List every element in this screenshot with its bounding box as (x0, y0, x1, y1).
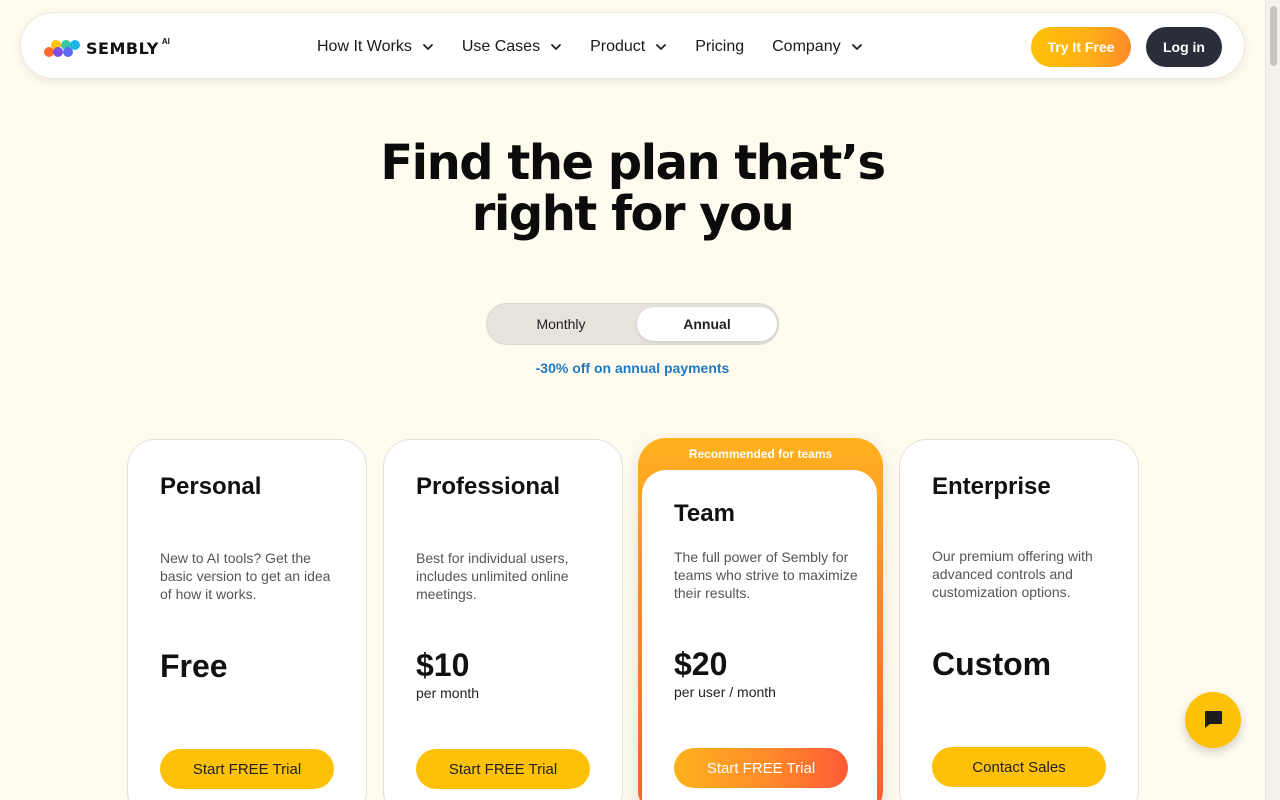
contact-sales-button[interactable]: Contact Sales (932, 747, 1106, 787)
billing-monthly-option[interactable]: Monthly (491, 307, 631, 341)
plan-period: per month (416, 685, 480, 701)
scrollbar-thumb[interactable] (1270, 6, 1277, 66)
start-free-trial-button[interactable]: Start FREE Trial (674, 748, 848, 788)
sembly-logo[interactable]: SEMBLY AI (44, 37, 170, 59)
chevron-down-icon (851, 41, 863, 53)
billing-annual-option[interactable]: Annual (637, 307, 777, 341)
nav-label: Product (590, 37, 646, 55)
page-scrollbar[interactable] (1265, 0, 1280, 800)
logo-ai-mark: AI (161, 36, 170, 46)
nav-how-it-works[interactable]: How It Works (317, 38, 434, 56)
top-nav: SEMBLY AI How It Works Use Cases Product… (20, 12, 1245, 79)
plan-name: Enterprise (932, 473, 1051, 500)
nav-use-cases[interactable]: Use Cases (462, 38, 562, 56)
chat-bubble-icon (1202, 708, 1224, 733)
plan-card-professional: Professional Best for individual users, … (383, 439, 623, 800)
start-free-trial-button[interactable]: Start FREE Trial (160, 749, 334, 789)
plan-price: Custom (932, 646, 1052, 682)
nav-label: Use Cases (461, 37, 541, 55)
nav-label: Company (772, 37, 841, 55)
plan-description: Our premium offering with advanced contr… (932, 548, 1093, 600)
title-line-2: right for you (471, 186, 795, 242)
plan-price: $20 (674, 646, 728, 682)
recommended-badge: Recommended for teams (688, 447, 833, 461)
annual-discount-note: -30% off on annual payments (535, 360, 730, 376)
chat-widget-button[interactable] (1185, 692, 1241, 748)
chevron-down-icon (655, 41, 667, 53)
plan-card-enterprise: Enterprise Our premium offering with adv… (899, 439, 1139, 800)
plan-price: Free (160, 648, 228, 684)
nav-label: How It Works (317, 37, 412, 55)
nav-label: Pricing (695, 37, 745, 55)
nav-product[interactable]: Product (590, 38, 667, 56)
start-free-trial-button[interactable]: Start FREE Trial (416, 749, 590, 789)
chevron-down-icon (422, 41, 434, 53)
plan-name: Personal (160, 473, 262, 500)
plan-period: per user / month (674, 684, 776, 700)
logo-mark-icon (44, 37, 81, 59)
plan-description: New to AI tools? Get the basic version t… (160, 550, 331, 602)
logo-wordmark: SEMBLY (86, 38, 159, 58)
nav-company[interactable]: Company (772, 38, 862, 56)
plan-description: Best for individual users, includes unli… (416, 550, 569, 602)
title-line-1: Find the plan that’s (380, 135, 886, 191)
billing-toggle: Monthly Annual (486, 303, 779, 345)
nav-pricing[interactable]: Pricing (695, 38, 744, 56)
main-menu: How It Works Use Cases Product Pricing C… (317, 13, 891, 80)
plan-name: Team (674, 500, 735, 527)
plan-description: The full power of Sembly for teams who s… (674, 549, 858, 601)
plan-card-team: Recommended for teams Team The full powe… (638, 438, 883, 800)
page-title: Find the plan that’s right for you (0, 138, 1265, 240)
chevron-down-icon (550, 41, 562, 53)
plan-card-personal: Personal New to AI tools? Get the basic … (127, 439, 367, 800)
try-it-free-button[interactable]: Try It Free (1031, 27, 1131, 67)
log-in-button[interactable]: Log in (1146, 27, 1222, 67)
team-card-body: Team The full power of Sembly for teams … (642, 470, 877, 800)
plan-price: $10 (416, 647, 470, 683)
plan-name: Professional (416, 473, 561, 500)
